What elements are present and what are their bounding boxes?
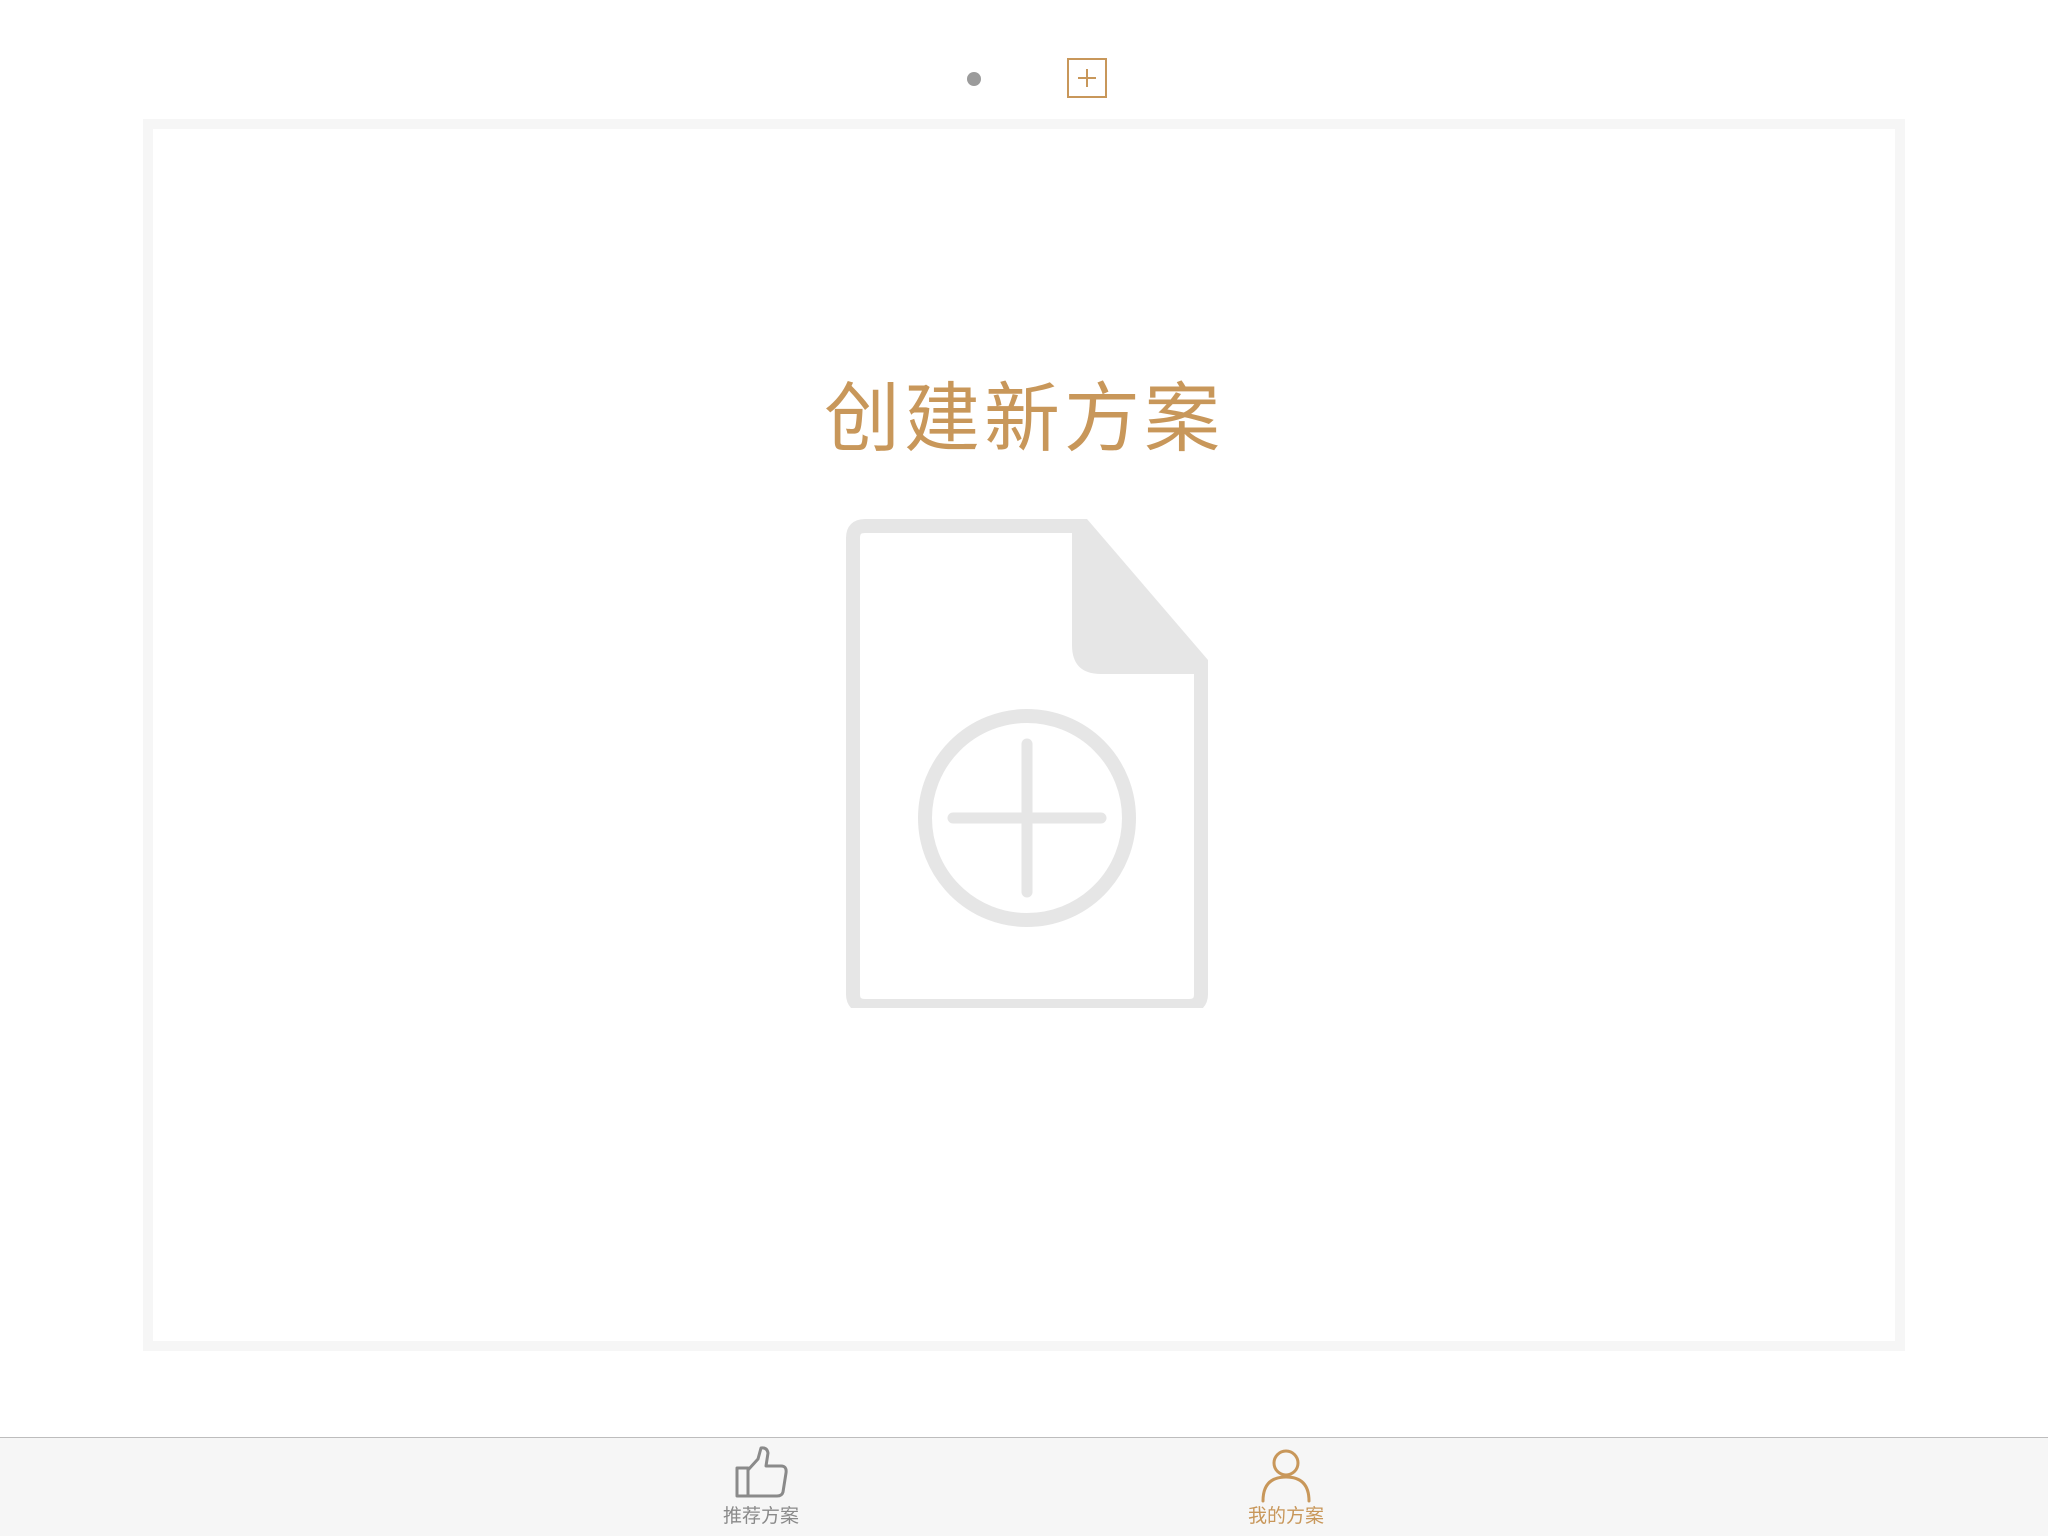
tab-recommended-label: 推荐方案: [722, 1505, 799, 1527]
page: 创建新方案 推荐方案 我的方案: [0, 0, 2048, 1536]
bottom-tab-bar: 推荐方案 我的方案: [0, 1437, 2048, 1536]
tab-my-plans[interactable]: 我的方案: [1206, 1438, 1366, 1536]
page-indicator-bar: [0, 0, 2048, 120]
thumbs-up-icon: [735, 1446, 788, 1498]
page-dot[interactable]: [967, 72, 981, 86]
tab-recommended-plans[interactable]: 推荐方案: [681, 1438, 841, 1536]
document-add-icon: [846, 519, 1208, 1008]
create-new-plan-title: 创建新方案: [824, 374, 1224, 463]
add-page-button[interactable]: [1067, 58, 1107, 98]
plus-square-icon: [1078, 69, 1096, 87]
create-new-plan-card[interactable]: 创建新方案: [143, 119, 1905, 1351]
user-icon: [1261, 1449, 1311, 1503]
tab-my-plans-label: 我的方案: [1247, 1505, 1324, 1527]
